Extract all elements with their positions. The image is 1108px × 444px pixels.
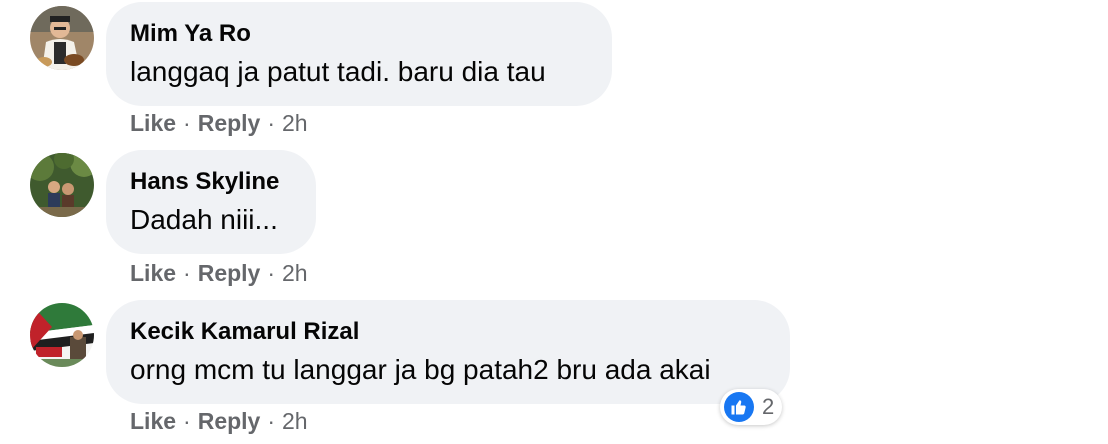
reply-link[interactable]: Reply [198, 408, 261, 435]
comment-text: orng mcm tu langgar ja bg patah2 bru ada… [130, 354, 711, 385]
avatar-image [30, 153, 94, 217]
comment-timestamp[interactable]: 2h [282, 110, 308, 137]
reaction-count-badge[interactable]: 2 [720, 389, 783, 425]
comment-text: langgaq ja patut tadi. baru dia tau [130, 56, 546, 87]
comment-bubble: Hans Skyline Dadah niii... [106, 150, 316, 254]
comment-actions: Like · Reply · 2h [130, 260, 308, 287]
comment-actions: Like · Reply · 2h [130, 408, 308, 435]
thumbs-up-icon [724, 392, 754, 422]
avatar[interactable] [30, 153, 94, 217]
avatar[interactable] [30, 303, 94, 367]
comment-author[interactable]: Hans Skyline [130, 168, 279, 196]
avatar[interactable] [30, 6, 94, 70]
reply-link[interactable]: Reply [198, 110, 261, 137]
like-link[interactable]: Like [130, 408, 176, 435]
avatar-image [30, 303, 94, 367]
comment-timestamp[interactable]: 2h [282, 408, 308, 435]
comment-actions: Like · Reply · 2h [130, 110, 308, 137]
avatar-image [30, 6, 94, 70]
like-link[interactable]: Like [130, 260, 176, 287]
comment-author[interactable]: Kecik Kamarul Rizal [130, 318, 359, 346]
reply-link[interactable]: Reply [198, 260, 261, 287]
reaction-count: 2 [762, 394, 775, 419]
separator: · [183, 110, 191, 136]
comment-text: Dadah niii... [130, 204, 278, 235]
comment-bubble: Kecik Kamarul Rizal orng mcm tu langgar … [106, 300, 790, 404]
separator: · [267, 110, 276, 136]
comment-timestamp[interactable]: 2h [282, 260, 308, 287]
separator: · [267, 260, 276, 286]
like-link[interactable]: Like [130, 110, 176, 137]
comment-bubble: Mim Ya Ro langgaq ja patut tadi. baru di… [106, 2, 612, 106]
separator: · [183, 260, 191, 286]
separator: · [183, 408, 191, 434]
separator: · [267, 408, 276, 434]
comment-author[interactable]: Mim Ya Ro [130, 20, 251, 48]
